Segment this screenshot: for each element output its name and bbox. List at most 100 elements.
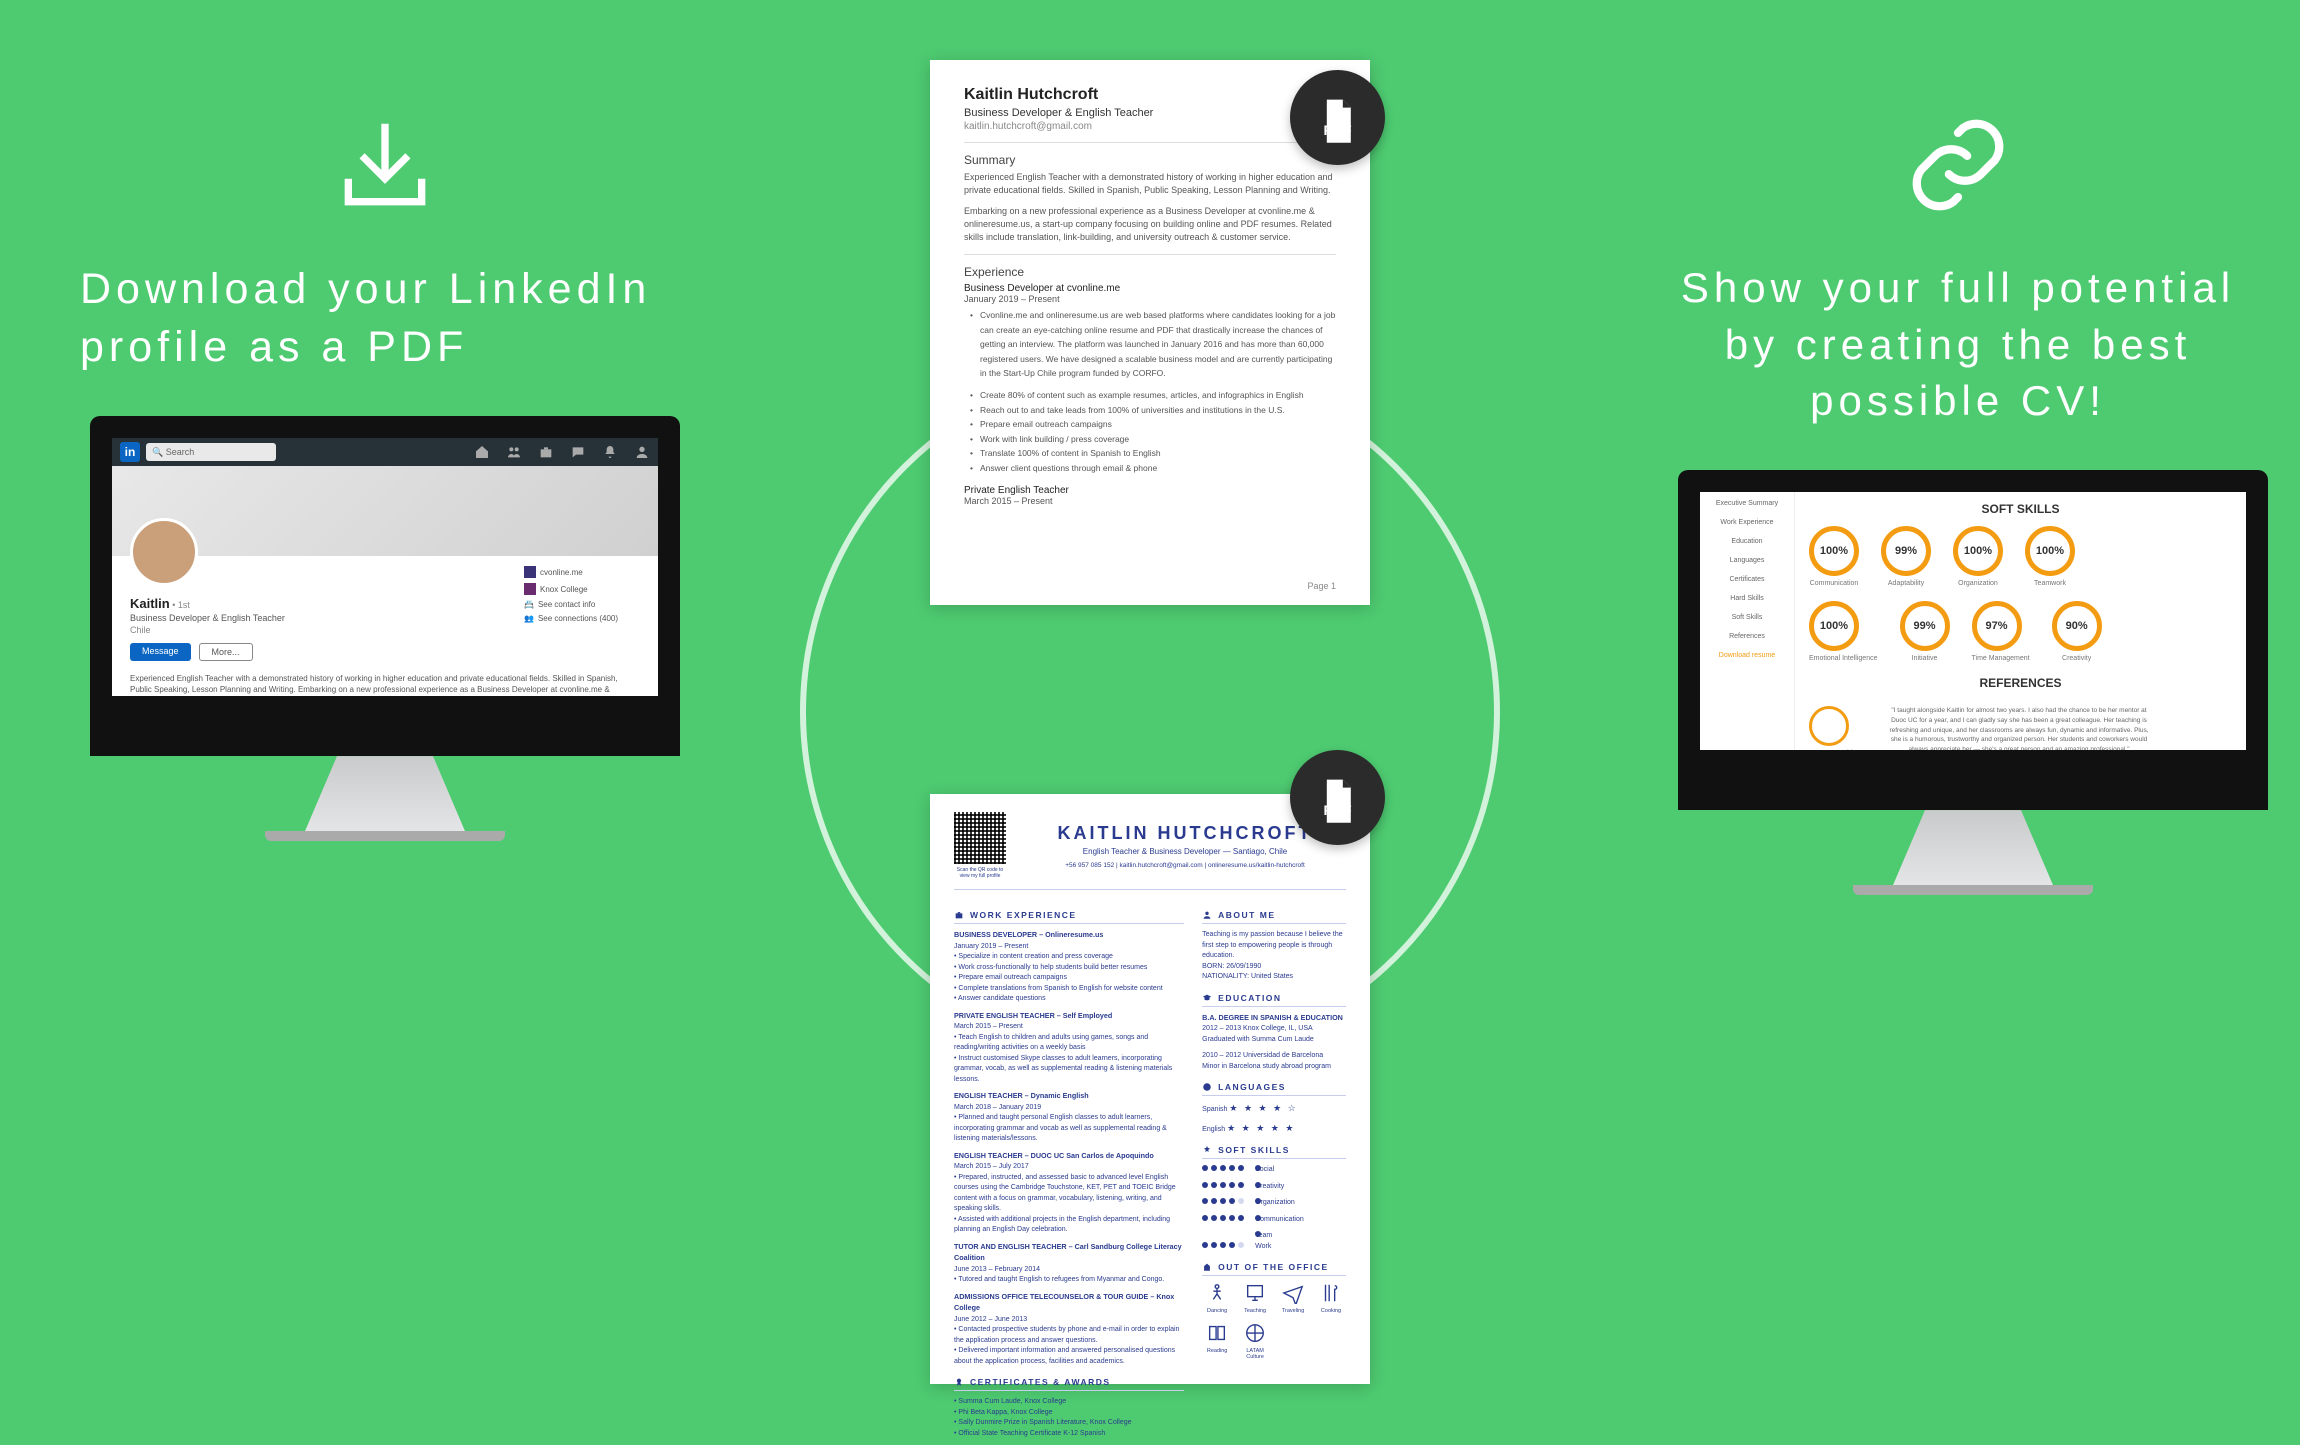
pdf-badge-bottom: PDF xyxy=(1290,750,1385,845)
sidebar-item[interactable]: Download resume xyxy=(1706,652,1788,659)
pdf-section-summary: Summary xyxy=(964,153,1336,167)
sh-cert: CERTIFICATES & AWARDS xyxy=(954,1377,1184,1391)
skill-ring: 99% xyxy=(1900,601,1950,651)
sidebar-item[interactable]: Education xyxy=(1706,538,1788,545)
right-heading: Show your full potential by creating the… xyxy=(1678,260,2238,430)
sidebar-item[interactable]: Work Experience xyxy=(1706,519,1788,526)
linkedin-screen: in 🔍 Search Kaitlin • 1st xyxy=(90,416,680,756)
skill-ring-label: Communication xyxy=(1809,580,1859,587)
linkedin-nav xyxy=(474,444,650,460)
soft-row: Social xyxy=(1202,1165,1346,1176)
side-company: cvonline.me xyxy=(540,568,583,577)
skill-ring-label: Creativity xyxy=(2052,655,2102,662)
contact-icon: 📇 xyxy=(524,600,534,609)
soft-row: Organization xyxy=(1202,1198,1346,1209)
cv-subtitle: English Teacher & Business Developer — S… xyxy=(1024,847,1346,856)
lang-row: Spanish ★ ★ ★ ★ ☆ xyxy=(1202,1102,1346,1116)
lang-row: English ★ ★ ★ ★ ★ xyxy=(1202,1122,1346,1136)
cv-contacts: +56 957 085 152 | kaitlin.hutchcroft@gma… xyxy=(1024,862,1346,869)
dancing-icon xyxy=(1206,1282,1228,1304)
skill-ring-label: Adaptability xyxy=(1881,580,1931,587)
sidebar-item[interactable]: Soft Skills xyxy=(1706,614,1788,621)
skill-ring-label: Emotional Intelligence xyxy=(1809,655,1878,662)
pdf-bullet: Reach out to and take leads from 100% of… xyxy=(980,403,1336,417)
pdf-badge-label: PDF xyxy=(1324,122,1352,138)
soft-row: Communication xyxy=(1202,1215,1346,1226)
link-icon xyxy=(1903,110,2013,220)
linkedin-search[interactable]: 🔍 Search xyxy=(146,443,276,461)
search-placeholder: Search xyxy=(166,447,195,457)
resume-link[interactable]: My Online Resume ↗ xyxy=(130,717,640,726)
sidebar-item[interactable]: Executive Summary xyxy=(1706,500,1788,507)
monitor-stand xyxy=(1893,810,2053,885)
more-button[interactable]: More... xyxy=(199,643,253,661)
see-connections[interactable]: See connections (400) xyxy=(538,614,618,623)
sidebar-item[interactable]: Hard Skills xyxy=(1706,595,1788,602)
profile-side-info: cvonline.me Knox College 📇 See contact in… xyxy=(524,566,644,628)
reference-role: English Teacher & Mentor – Duoc UC San C… xyxy=(1889,761,2149,771)
profile-avatar xyxy=(130,518,198,586)
profile-cover xyxy=(112,466,658,556)
pdf-bullet: Answer client questions through email & … xyxy=(980,461,1336,475)
cv-app-screen: Executive Summary Work Experience Educat… xyxy=(1678,470,2268,810)
home-icon[interactable] xyxy=(474,444,490,460)
cv-sidebar: Executive Summary Work Experience Educat… xyxy=(1700,492,1795,750)
download-icon xyxy=(330,110,440,220)
soft-row: Creativity xyxy=(1202,1182,1346,1193)
message-button[interactable]: Message xyxy=(130,643,191,661)
monitor-stand xyxy=(305,756,465,831)
reading-icon xyxy=(1206,1322,1228,1344)
reference-quote: "I taught alongside Kaitlin for almost t… xyxy=(1889,706,2149,780)
profile-description: Experienced English Teacher with a demon… xyxy=(130,673,640,707)
pdf-bullet: Cvonline.me and onlineresume.us are web … xyxy=(980,308,1336,380)
sh-about: ABOUT ME xyxy=(1202,910,1346,924)
notifications-icon[interactable] xyxy=(602,444,618,460)
pdf-job-dates: January 2019 – Present xyxy=(964,294,1336,304)
work-entry: ADMISSIONS OFFICE TELECOUNSELOR & TOUR G… xyxy=(954,1292,1184,1368)
pdf-role: Business Developer & English Teacher xyxy=(964,107,1336,119)
work-entry: TUTOR AND ENGLISH TEACHER – Carl Sandbur… xyxy=(954,1242,1184,1286)
skill-ring: 100% xyxy=(1809,601,1859,651)
pdf-section-experience: Experience xyxy=(964,265,1336,279)
reference-avatar xyxy=(1809,706,1849,746)
sidebar-item[interactable]: References xyxy=(1706,633,1788,640)
sh-out: OUT OF THE OFFICE xyxy=(1202,1262,1346,1276)
left-monitor: in 🔍 Search Kaitlin • 1st xyxy=(90,416,680,841)
edu-entry: 2010 – 2012 Universidad de Barcelona Min… xyxy=(1202,1051,1346,1072)
pdf-bullet: Create 80% of content such as example re… xyxy=(980,388,1336,402)
school-icon xyxy=(524,583,536,595)
see-contact[interactable]: See contact info xyxy=(538,600,595,609)
show-more-link[interactable]: Show more ▾ xyxy=(130,738,640,749)
skill-ring: 90% xyxy=(2052,601,2102,651)
skill-rings-row-1: 100%Communication 99%Adaptability 100%Or… xyxy=(1809,526,2232,587)
traveling-icon xyxy=(1282,1282,1304,1304)
sh-work: WORK EXPERIENCE xyxy=(954,910,1184,924)
sh-lang: LANGUAGES xyxy=(1202,1082,1346,1096)
right-monitor: Executive Summary Work Experience Educat… xyxy=(1678,470,2268,895)
monitor-foot xyxy=(265,831,505,841)
sidebar-item[interactable]: Certificates xyxy=(1706,576,1788,583)
hobby-icons: Dancing Teaching Traveling Cooking Readi… xyxy=(1202,1282,1346,1360)
about-text: Teaching is my passion because I believe… xyxy=(1202,930,1346,983)
culture-icon xyxy=(1244,1322,1266,1344)
linkedin-topbar: in 🔍 Search xyxy=(112,438,658,466)
skill-ring: 100% xyxy=(2025,526,2075,576)
messaging-icon[interactable] xyxy=(570,444,586,460)
skill-ring-label: Initiative xyxy=(1900,655,1950,662)
skill-ring-label: Organization xyxy=(1953,580,2003,587)
skill-ring-label: Time Management xyxy=(1972,655,2030,662)
side-school: Knox College xyxy=(540,585,588,594)
me-icon[interactable] xyxy=(634,444,650,460)
jobs-icon[interactable] xyxy=(538,444,554,460)
pdf-bullet: Work with link building / press coverage xyxy=(980,432,1336,446)
pdf-job-title: Private English Teacher xyxy=(964,485,1336,496)
network-icon[interactable] xyxy=(506,444,522,460)
soft-skills-title: SOFT SKILLS xyxy=(1809,502,2232,516)
cooking-icon xyxy=(1320,1282,1342,1304)
work-entry: BUSINESS DEVELOPER – Onlineresume.usJanu… xyxy=(954,930,1184,1005)
sidebar-item[interactable]: Languages xyxy=(1706,557,1788,564)
reference-name: Juan Pablo Rodríguez xyxy=(1809,750,1869,764)
linkedin-logo-icon: in xyxy=(120,442,140,462)
company-icon xyxy=(524,566,536,578)
cv-main: SOFT SKILLS 100% Communication 99% Adaptab… xyxy=(1795,492,2246,750)
